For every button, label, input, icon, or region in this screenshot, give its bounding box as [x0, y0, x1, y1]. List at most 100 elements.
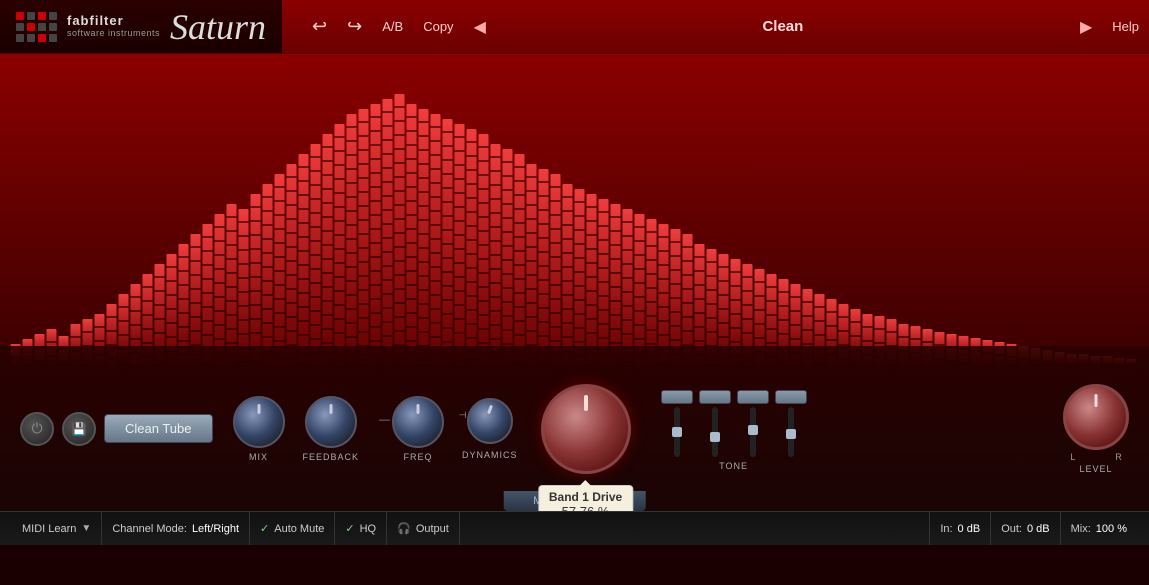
top-controls: ↩ ↪ A/B Copy ◀ Clean ▶ Help [282, 0, 1149, 53]
level-r-label: R [1115, 452, 1122, 462]
tone-thumb-2 [710, 432, 720, 442]
logo-dot [16, 34, 24, 42]
midi-learn-section: MIDI Learn ▼ [12, 512, 102, 545]
brand-name: fabfilter [67, 14, 160, 28]
logo-dot [27, 34, 35, 42]
midi-learn-label[interactable]: MIDI Learn [22, 523, 76, 535]
feedback-label: FEEDBACK [303, 452, 360, 462]
mix-section: Mix: 100 % [1061, 512, 1137, 545]
help-button[interactable]: Help [1102, 0, 1149, 53]
hq-check: ✓ [345, 522, 354, 535]
saturation-type-button[interactable]: Clean Tube [104, 414, 213, 443]
tone-slider-2 [699, 390, 731, 457]
feedback-knob[interactable] [305, 396, 357, 448]
ab-button[interactable]: A/B [372, 0, 413, 53]
power-button[interactable]: ⏻ [20, 412, 54, 446]
in-value: 0 dB [958, 523, 981, 535]
headphone-icon: 🎧 [397, 522, 411, 535]
dynamics-label: DYNAMICS [462, 450, 518, 460]
logo-dot [27, 23, 35, 31]
drive-tooltip-title: Band 1 Drive [549, 490, 622, 504]
logo-dot [27, 12, 35, 20]
drive-tooltip-value: 57.76 % [549, 504, 622, 512]
feedback-knob-group: FEEDBACK [303, 396, 360, 462]
channel-mode-value[interactable]: Left/Right [192, 523, 239, 535]
brand-sub: software instruments [67, 29, 160, 39]
tone-track-1[interactable] [674, 407, 680, 457]
level-l-label: L [1070, 452, 1075, 462]
logo-dot [38, 12, 46, 20]
freq-label: FREQ [404, 452, 433, 462]
logo-dot [38, 23, 46, 31]
tone-thumb-3 [748, 425, 758, 435]
level-knob[interactable] [1063, 384, 1129, 450]
prev-preset-button[interactable]: ◀ [464, 0, 496, 53]
main-area: ⏻ 💾 Clean Tube MIX FEEDBACK — FREQ [0, 54, 1149, 511]
mix-label: MIX [249, 452, 268, 462]
hq-section: ✓ HQ [335, 512, 387, 545]
dynamics-knob-group: ⊣ DYNAMICS [462, 398, 518, 460]
tone-mini-btn-2[interactable] [699, 390, 731, 404]
level-label: LEVEL [1079, 464, 1112, 474]
channel-mode-label: Channel Mode: [112, 523, 187, 535]
redo-button[interactable]: ↪ [337, 0, 372, 53]
top-bar: fabfilter software instruments Saturn ↩ … [0, 0, 1149, 54]
auto-mute-section: ✓ Auto Mute [250, 512, 335, 545]
in-label: In: [940, 523, 952, 535]
output-section: 🎧 Output [387, 512, 460, 545]
tone-slider-4 [775, 390, 807, 457]
channel-mode-section: Channel Mode: Left/Right [102, 512, 250, 545]
spectrum-display [0, 54, 1149, 364]
freq-knob[interactable] [392, 396, 444, 448]
separator: — [379, 414, 390, 426]
save-button[interactable]: 💾 [62, 412, 96, 446]
in-db-section: In: 0 dB [930, 512, 991, 545]
out-db-section: Out: 0 dB [991, 512, 1060, 545]
mix-knob-group: MIX [233, 396, 285, 462]
tone-sliders [661, 387, 807, 457]
tone-thumb-4 [786, 429, 796, 439]
preset-name: Clean [496, 18, 1070, 35]
tone-track-4[interactable] [788, 407, 794, 457]
product-name: Saturn [170, 6, 266, 48]
mix-status-label: Mix: [1071, 523, 1091, 535]
copy-button[interactable]: Copy [413, 0, 463, 53]
drive-knob[interactable] [541, 384, 631, 474]
undo-button[interactable]: ↩ [302, 0, 337, 53]
tone-area: TONE [661, 387, 807, 471]
hq-label[interactable]: HQ [360, 523, 377, 535]
mix-knob[interactable] [233, 396, 285, 448]
tone-mini-btn-1[interactable] [661, 390, 693, 404]
level-lr: L R [1070, 452, 1122, 462]
logo-icon [16, 12, 57, 42]
logo-area: fabfilter software instruments Saturn [0, 6, 282, 48]
tone-slider-3 [737, 390, 769, 457]
midi-dropdown-arrow[interactable]: ▼ [81, 523, 91, 534]
tone-mini-btn-4[interactable] [775, 390, 807, 404]
mix-status-value: 100 % [1096, 523, 1127, 535]
tone-mini-btn-3[interactable] [737, 390, 769, 404]
logo-dot [38, 34, 46, 42]
tone-track-3[interactable] [750, 407, 756, 457]
tone-thumb-1 [672, 427, 682, 437]
controls-panel: ⏻ 💾 Clean Tube MIX FEEDBACK — FREQ [0, 346, 1149, 511]
tone-label: TONE [719, 461, 748, 471]
auto-mute-label[interactable]: Auto Mute [274, 523, 324, 535]
logo-dot [49, 23, 57, 31]
logo-dot [49, 34, 57, 42]
freq-knob-group: FREQ [392, 396, 444, 462]
drive-tooltip: Band 1 Drive 57.76 % [538, 485, 633, 512]
dynamics-knob[interactable] [467, 398, 513, 444]
level-knob-group: L R LEVEL [1063, 384, 1129, 474]
brand-text: fabfilter software instruments [67, 14, 160, 38]
status-bar: MIDI Learn ▼ Channel Mode: Left/Right ✓ … [0, 511, 1149, 545]
tone-track-2[interactable] [712, 407, 718, 457]
out-value: 0 dB [1027, 523, 1050, 535]
out-label: Out: [1001, 523, 1022, 535]
next-preset-button[interactable]: ▶ [1070, 0, 1102, 53]
drive-knob-group: Band 1 Drive 57.76 % [541, 384, 631, 474]
output-label[interactable]: Output [416, 523, 449, 535]
spacer-section [460, 512, 930, 545]
tone-slider-1 [661, 390, 693, 457]
logo-dot [16, 12, 24, 20]
